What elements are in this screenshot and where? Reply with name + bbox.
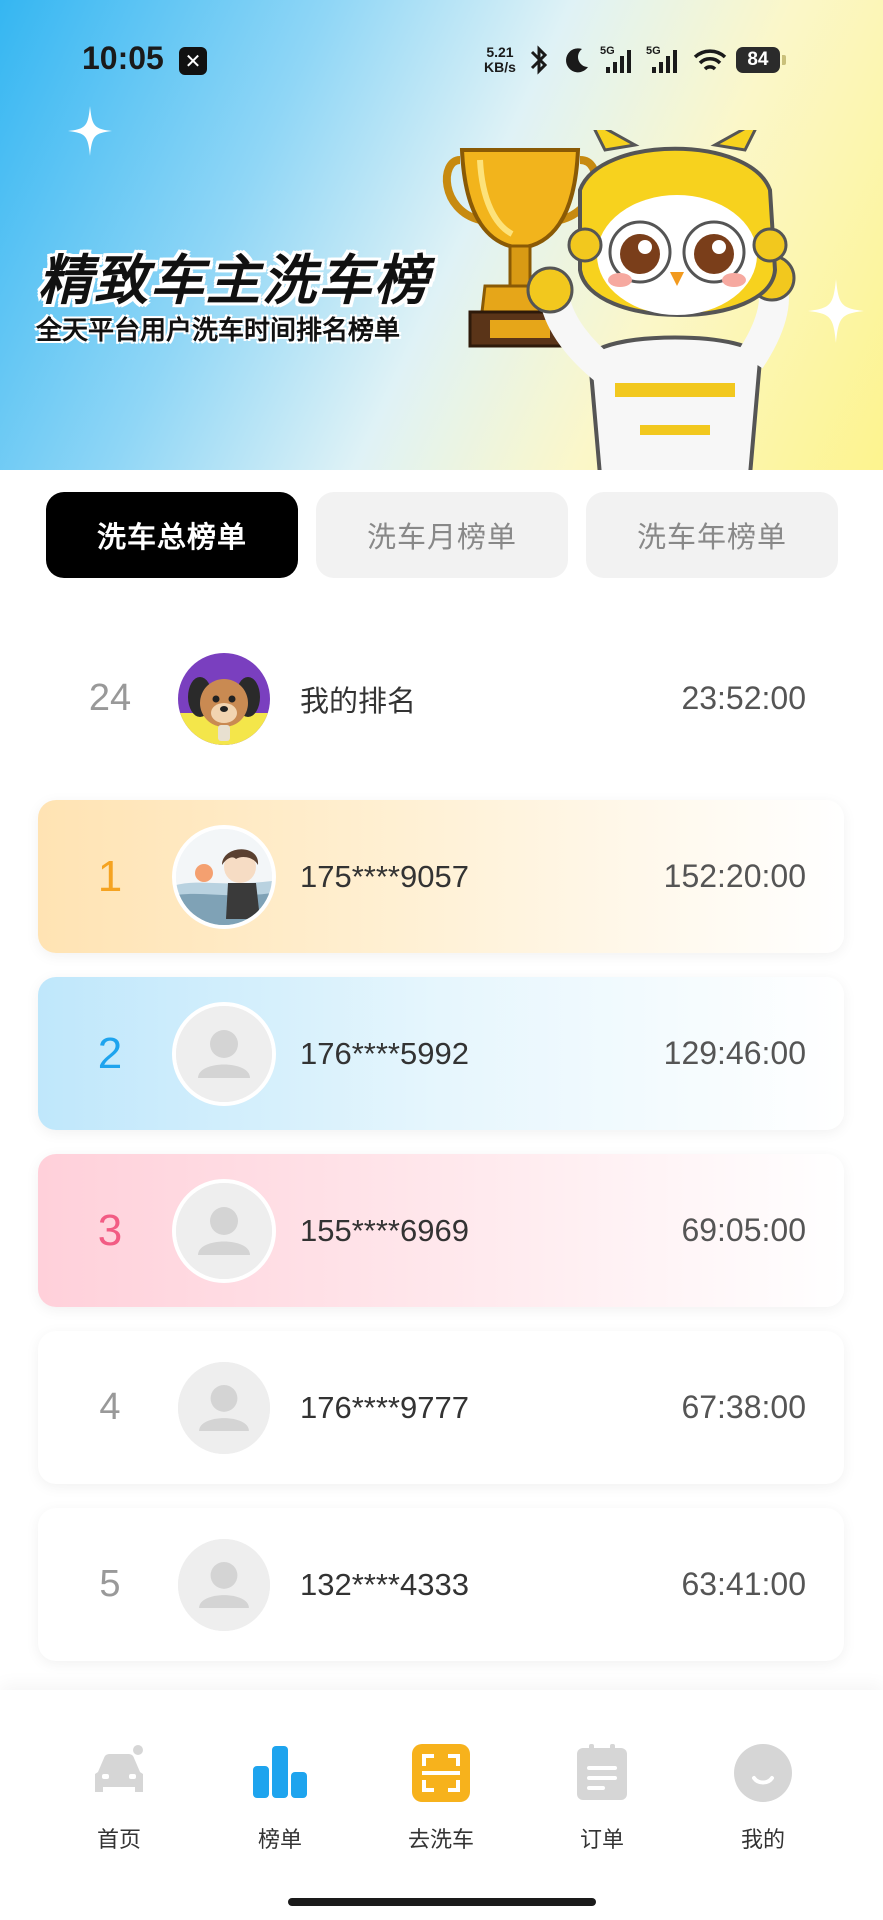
leaderboard-row[interactable]: 3 155****6969 69:05:00 (38, 1154, 844, 1307)
wash-time: 69:05:00 (681, 1212, 806, 1248)
leaderboard-tabs: 洗车总榜单 洗车月榜单 洗车年榜单 (46, 492, 838, 578)
nav-go-wash[interactable]: 去洗车 (381, 1742, 501, 1854)
svg-text:5G: 5G (600, 45, 615, 57)
user-phone: 176****9777 (300, 1389, 469, 1425)
nav-label: 订单 (579, 1828, 624, 1853)
clipboard-icon (577, 1744, 627, 1800)
rank-number: 3 (97, 1205, 123, 1255)
banner-subtitle: 全天平台用户洗车时间排名榜单 (36, 316, 401, 346)
my-rank-label: 我的排名 (300, 683, 417, 718)
user-phone: 132****4333 (300, 1566, 469, 1602)
bar-chart-icon (253, 1746, 307, 1798)
nav-label: 首页 (96, 1828, 141, 1853)
leaderboard-banner: 10:05 ✕ 5.21 KB/s 5G 5G 84 精致车主洗车榜 全天平台用… (0, 0, 883, 470)
wash-time: 129:46:00 (663, 1035, 806, 1071)
puppy-avatar-icon (178, 676, 270, 745)
rank-number: 24 (88, 677, 132, 719)
scan-icon (412, 1744, 470, 1802)
rank-number: 2 (97, 1028, 123, 1078)
tab-monthly-leaderboard[interactable]: 洗车月榜单 (316, 492, 568, 578)
boy-avatar-icon (176, 828, 272, 925)
tab-total-leaderboard[interactable]: 洗车总榜单 (46, 492, 298, 578)
sparkle-icon (68, 106, 112, 156)
wash-time: 67:38:00 (681, 1389, 806, 1425)
nav-leaderboard[interactable]: 榜单 (220, 1742, 340, 1854)
signal-5g-icon: 5G (600, 45, 631, 73)
wifi-icon (693, 49, 727, 71)
user-phone: 176****5992 (300, 1035, 469, 1071)
rank-number: 1 (97, 851, 123, 901)
network-speed-unit: KB/s (484, 59, 516, 75)
wash-time: 63:41:00 (681, 1566, 806, 1602)
avatar (172, 1178, 276, 1283)
avatar (172, 824, 276, 929)
my-rank-row: 24 我的排名 23:52:00 (38, 622, 844, 775)
car-icon (95, 1745, 143, 1792)
status-icons: 5.21 KB/s 5G 5G 84 (484, 40, 786, 80)
user-phone: 155****6969 (300, 1212, 469, 1248)
nav-profile[interactable]: 我的 (703, 1742, 823, 1854)
tab-yearly-leaderboard[interactable]: 洗车年榜单 (586, 492, 838, 578)
leaderboard-row[interactable]: 4 176****9777 67:38:00 (38, 1331, 844, 1484)
bluetooth-icon (530, 45, 548, 75)
nav-label: 我的 (740, 1828, 785, 1853)
home-indicator[interactable] (288, 1898, 596, 1906)
leaderboard-row[interactable]: 2 176****5992 129:46:00 (38, 977, 844, 1130)
default-user-icon (176, 1005, 272, 1102)
app-notification-icon: ✕ (179, 47, 207, 75)
default-user-icon (178, 1361, 270, 1454)
wash-time: 23:52:00 (681, 680, 806, 716)
user-phone: 175****9057 (300, 858, 469, 894)
avatar (178, 1538, 270, 1631)
avatar (172, 1001, 276, 1106)
rank-number: 5 (99, 1563, 121, 1605)
rank-number: 4 (99, 1386, 121, 1428)
owl-mascot-trophy-illustration (443, 130, 796, 470)
leaderboard-row[interactable]: 5 132****4333 63:41:00 (38, 1508, 844, 1661)
nav-home[interactable]: 首页 (59, 1742, 179, 1854)
nav-label: 去洗车 (407, 1828, 474, 1853)
profile-icon (734, 1744, 792, 1802)
battery-indicator: 84 (735, 47, 786, 73)
status-time: 10:05 (82, 40, 164, 76)
network-speed: 5.21 KB/s (484, 45, 516, 75)
default-user-icon (178, 1538, 270, 1631)
banner-title: 精致车主洗车榜 (38, 249, 430, 312)
sparkle-icon (808, 279, 864, 343)
moon-icon (565, 48, 588, 73)
default-user-icon (176, 1182, 272, 1279)
nav-orders[interactable]: 订单 (542, 1742, 662, 1854)
avatar (178, 652, 270, 745)
signal-5g-icon: 5G (646, 45, 677, 73)
leaderboard-row[interactable]: 1 175****9057 152:20:00 (38, 800, 844, 953)
status-bar: 10:05 ✕ 5.21 KB/s 5G 5G 84 (0, 0, 883, 120)
avatar (178, 1361, 270, 1454)
bottom-navigation: 首页 榜单 去洗车 订单 我的 (0, 1690, 883, 1920)
nav-label: 榜单 (257, 1828, 302, 1853)
svg-text:5G: 5G (646, 45, 661, 57)
wash-time: 152:20:00 (663, 858, 806, 894)
network-speed-value: 5.21 (486, 44, 514, 60)
